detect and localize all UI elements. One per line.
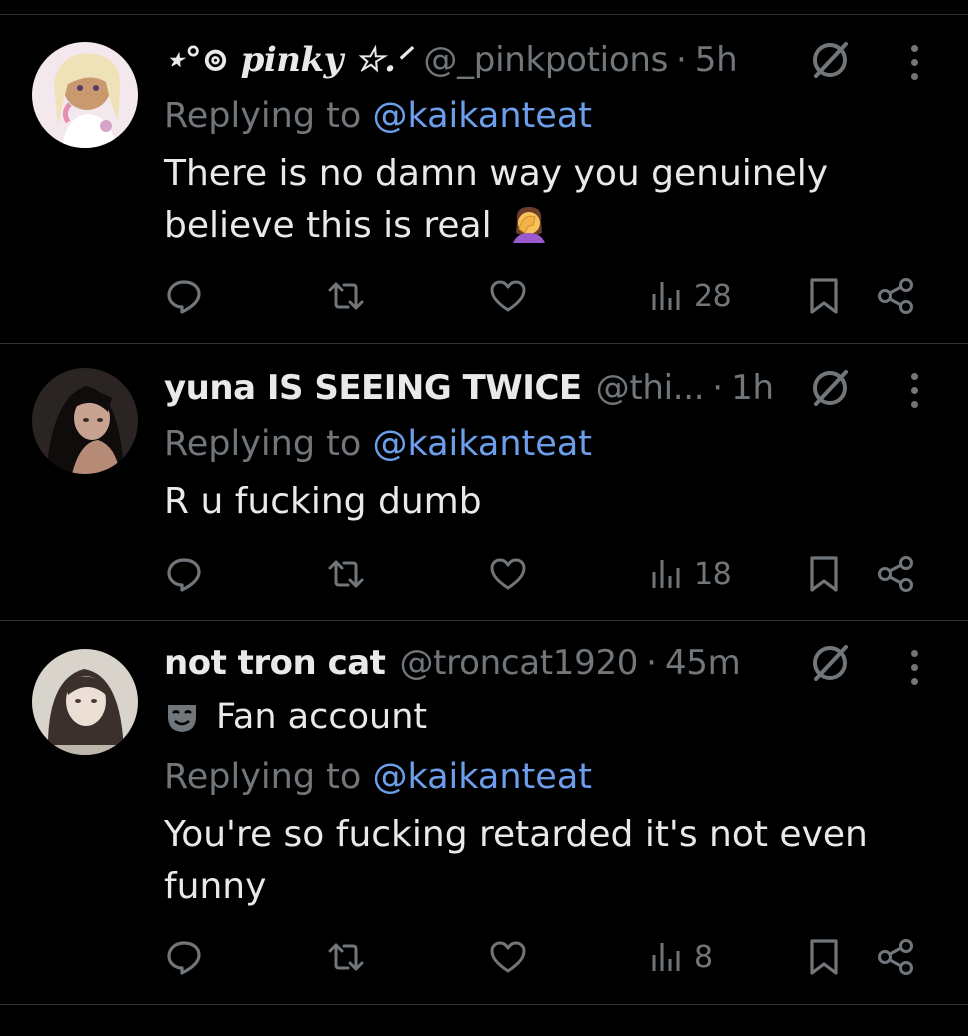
bookmark-icon: [810, 939, 838, 975]
handle[interactable]: @troncat1920: [399, 637, 638, 689]
reply-icon: [167, 558, 201, 592]
views-button[interactable]: 28: [648, 268, 732, 324]
tweet-header: ⋆°⊚ pinky ☆.ᐟ @_pinkpotions · 5h: [164, 34, 848, 86]
replying-prefix: Replying to: [164, 424, 373, 464]
replying-line: Replying to @kaikanteat: [164, 90, 908, 142]
mention-link[interactable]: @kaikanteat: [372, 757, 592, 797]
tweet-text: There is no damn way you genuinely belie…: [164, 148, 884, 252]
bookmark-icon: [810, 278, 838, 314]
fan-account-text: Fan account: [216, 697, 428, 737]
share-button[interactable]: [876, 546, 916, 602]
like-icon: [490, 558, 526, 590]
avatar[interactable]: [32, 368, 138, 474]
like-icon: [490, 941, 526, 973]
share-icon: [878, 939, 913, 975]
slash-circle-icon[interactable]: [806, 364, 854, 412]
view-count: 8: [694, 939, 713, 975]
timestamp[interactable]: 1h: [731, 362, 774, 414]
tweet-body: You're so fucking retarded it's not even…: [164, 809, 908, 913]
retweet-icon: [328, 943, 364, 971]
views-icon: [652, 282, 680, 310]
tweet-text: R u fucking dumb: [164, 481, 482, 522]
bookmark-button[interactable]: [804, 546, 844, 602]
more-icon[interactable]: [896, 366, 932, 414]
timestamp[interactable]: 45m: [665, 637, 741, 689]
handle[interactable]: @thi...: [596, 362, 705, 414]
retweet-button[interactable]: [326, 268, 366, 324]
tweet-pinkpotions[interactable]: ⋆°⊚ pinky ☆.ᐟ @_pinkpotions · 5h Replyin…: [0, 14, 968, 344]
slash-circle-icon[interactable]: [806, 639, 854, 687]
replying-prefix: Replying to: [164, 96, 373, 136]
more-icon[interactable]: [896, 643, 932, 691]
reply-icon: [167, 941, 201, 975]
like-button[interactable]: [488, 268, 528, 324]
retweet-button[interactable]: [326, 929, 366, 985]
divider: [0, 1004, 968, 1005]
share-icon: [878, 278, 913, 314]
replying-line: Replying to @kaikanteat: [164, 751, 908, 803]
separator: ·: [646, 643, 657, 683]
bookmark-icon: [810, 556, 838, 592]
avatar[interactable]: [32, 42, 138, 148]
views-button[interactable]: 8: [648, 929, 713, 985]
replying-line: Replying to @kaikanteat: [164, 418, 908, 470]
reply-button[interactable]: [164, 929, 204, 985]
display-name[interactable]: yuna IS SEEING TWICE: [164, 362, 582, 414]
share-button[interactable]: [876, 268, 916, 324]
tweet-thi[interactable]: yuna IS SEEING TWICE @thi... · 1h Replyi…: [0, 344, 968, 620]
tweet-actions: 28: [164, 268, 928, 324]
avatar[interactable]: [32, 649, 138, 755]
tweet-body: R u fucking dumb: [164, 476, 908, 528]
tweet-header: not tron cat @troncat1920 · 45m: [164, 637, 848, 689]
tweet-text-content: There is no damn way you genuinely belie…: [164, 153, 829, 246]
views-icon: [652, 943, 680, 971]
reply-icon: [167, 280, 201, 314]
views-button[interactable]: 18: [648, 546, 732, 602]
display-name[interactable]: ⋆°⊚ pinky ☆.ᐟ: [164, 34, 410, 86]
tweet-body: There is no damn way you genuinely belie…: [164, 148, 908, 252]
retweet-button[interactable]: [326, 546, 366, 602]
share-icon: [878, 556, 913, 592]
separator: ·: [712, 368, 724, 408]
replying-prefix: Replying to: [164, 757, 373, 797]
fan-account-label: Fan account: [164, 691, 908, 743]
handle[interactable]: @_pinkpotions: [423, 34, 668, 86]
tweet-troncat1920[interactable]: not tron cat @troncat1920 · 45m Fan acco…: [0, 621, 968, 1005]
bookmark-button[interactable]: [804, 929, 844, 985]
more-icon[interactable]: [896, 38, 932, 86]
separator: ·: [675, 40, 687, 80]
view-count: 18: [694, 556, 732, 592]
mention-link[interactable]: @kaikanteat: [372, 424, 592, 464]
tweet-header: yuna IS SEEING TWICE @thi... · 1h: [164, 362, 848, 414]
tweet-text: You're so fucking retarded it's not even…: [164, 814, 868, 907]
mask-icon: [168, 705, 196, 732]
view-count: 28: [694, 278, 732, 314]
face-palm-emoji: [513, 207, 546, 243]
reply-timeline: ⋆°⊚ pinky ☆.ᐟ @_pinkpotions · 5h Replyin…: [0, 0, 968, 1036]
like-button[interactable]: [488, 546, 528, 602]
mention-link[interactable]: @kaikanteat: [372, 96, 592, 136]
retweet-icon: [328, 560, 364, 588]
slash-circle-icon[interactable]: [806, 36, 854, 84]
like-button[interactable]: [488, 929, 528, 985]
bookmark-button[interactable]: [804, 268, 844, 324]
display-name[interactable]: not tron cat: [164, 637, 386, 689]
views-icon: [652, 560, 680, 588]
tweet-actions: 8: [164, 929, 928, 985]
like-icon: [490, 280, 526, 312]
retweet-icon: [328, 282, 364, 310]
timestamp[interactable]: 5h: [695, 34, 738, 86]
tweet-actions: 18: [164, 546, 928, 602]
reply-button[interactable]: [164, 268, 204, 324]
share-button[interactable]: [876, 929, 916, 985]
reply-button[interactable]: [164, 546, 204, 602]
